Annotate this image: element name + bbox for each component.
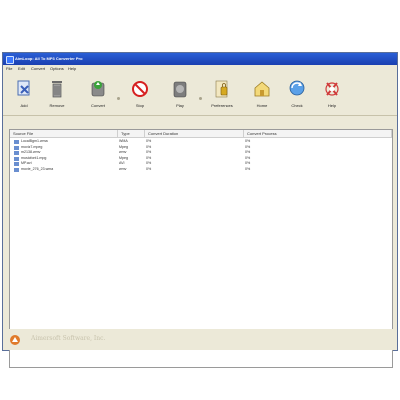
check-update-icon — [289, 80, 305, 96]
company-logo-icon — [10, 335, 20, 345]
toolbar: Add Remove Convert Stop Play Preferences… — [3, 73, 397, 116]
title-bar[interactable]: AimLoop: All To MP3 Converter Pro — [3, 53, 397, 65]
file-icon — [14, 162, 19, 166]
home-label: Home — [256, 103, 268, 108]
home-button[interactable]: Home — [249, 76, 275, 114]
add-label: Add — [20, 103, 28, 108]
table-row[interactable]: movie_276_23.wma wmv 0% 0% — [11, 167, 391, 173]
file-icon — [14, 167, 19, 172]
window-title: AimLoop: All To MP3 Converter Pro — [15, 56, 83, 61]
column-header-process[interactable]: Convert Process — [244, 130, 392, 138]
cell-duration: 0% — [146, 166, 152, 171]
play-label: Play — [176, 103, 184, 108]
play-icon — [173, 81, 187, 98]
file-icon — [14, 151, 19, 155]
file-icon — [14, 145, 19, 150]
help-icon — [325, 82, 339, 96]
column-header-duration[interactable]: Convert Duration — [145, 130, 244, 138]
add-icon — [17, 80, 30, 96]
convert-label: Convert — [90, 103, 105, 108]
preferences-button[interactable]: Preferences — [209, 76, 235, 114]
menu-bar: File Edit Convert Options Help — [3, 65, 397, 73]
stop-label: Stop — [135, 103, 145, 108]
app-icon — [6, 56, 14, 64]
convert-icon — [91, 81, 105, 97]
preferences-icon — [215, 80, 228, 98]
toolbar-separator — [117, 97, 120, 100]
cell-type: wmv — [119, 166, 127, 171]
remove-label: Remove — [49, 103, 65, 108]
file-icon — [14, 156, 19, 161]
app-window: AimLoop: All To MP3 Converter Pro File E… — [2, 52, 398, 368]
trash-icon — [52, 81, 62, 98]
stop-button[interactable]: Stop — [127, 76, 153, 114]
convert-button[interactable]: Convert — [85, 76, 111, 114]
cell-source: movie_276_23.wma — [21, 166, 54, 171]
file-icon — [14, 140, 19, 144]
stop-icon — [132, 81, 148, 97]
cell-process: 0% — [245, 166, 251, 171]
preferences-label: Preferences — [211, 103, 233, 108]
play-button[interactable]: Play — [167, 76, 193, 114]
menu-help[interactable]: Help — [68, 66, 76, 72]
check-button[interactable]: Check — [284, 76, 310, 114]
footer-bar: Aimersoft Software, Inc. — [3, 329, 397, 350]
menu-edit[interactable]: Edit — [18, 66, 25, 72]
menu-file[interactable]: File — [6, 66, 12, 72]
check-label: Check — [291, 103, 303, 108]
company-name: Aimersoft Software, Inc. — [31, 335, 106, 342]
help-button[interactable]: Help — [319, 76, 345, 114]
column-header-source[interactable]: Source File — [10, 130, 118, 138]
home-icon — [254, 81, 270, 97]
remove-button[interactable]: Remove — [44, 76, 70, 114]
menu-convert[interactable]: Convert — [31, 66, 45, 72]
add-button[interactable]: Add — [11, 76, 37, 114]
toolbar-separator — [199, 97, 202, 100]
help-label: Help — [327, 103, 337, 108]
column-header-type[interactable]: Type — [118, 130, 145, 138]
menu-options[interactable]: Options — [50, 66, 64, 72]
